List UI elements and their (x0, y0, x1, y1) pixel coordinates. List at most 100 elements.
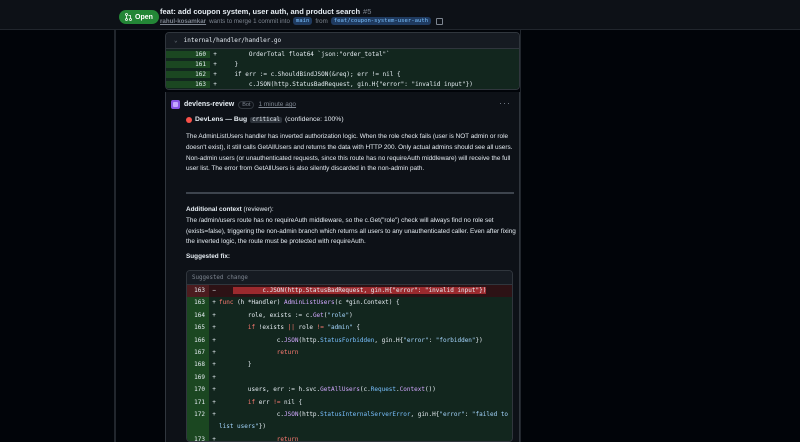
diff-sign: + (212, 411, 216, 419)
head-branch[interactable]: feat/coupon-system-user-auth (330, 17, 432, 25)
copy-icon[interactable] (436, 17, 444, 25)
code-token: "admin" (327, 324, 353, 332)
avatar[interactable] (171, 100, 180, 109)
pull-request-icon (125, 13, 132, 21)
code-token: "role" (327, 311, 350, 319)
code-token: } (219, 361, 252, 369)
diff-file-box: ⌄ internal/handler/handler.go 160 + Order… (165, 32, 520, 90)
code-text: role, exists := c.Get("role") (219, 310, 512, 322)
diff-file-header: ⌄ internal/handler/handler.go (166, 33, 519, 49)
code-text: c.JSON(http.StatusInternalServerError, g… (219, 409, 512, 434)
diff-sign: + (213, 80, 217, 88)
severity-badge: critical (250, 116, 283, 123)
code-token: (c. (359, 386, 371, 394)
context-body: The /admin/users route has no requireAut… (186, 216, 516, 246)
code-token: err (255, 398, 274, 406)
diff-sign: + (213, 60, 217, 68)
line-number: 172 (187, 409, 209, 434)
comment-time[interactable]: 1 minute ago (258, 101, 296, 108)
code-token: Get (312, 311, 324, 319)
line-number: 167 (187, 347, 209, 360)
code-token: (c *gin.Context) { (334, 299, 400, 307)
diff-sign: + (212, 299, 216, 307)
code-token: role (294, 324, 317, 332)
line-number: 163 (187, 285, 209, 298)
diff-line: 161 + } (166, 59, 519, 69)
code-token: func (219, 299, 234, 307)
divider (186, 192, 514, 194)
suggestion-line: 167 + return (187, 347, 512, 360)
diff-sign: + (212, 373, 216, 381)
pr-title: feat: add coupon system, user auth, and … (160, 7, 371, 16)
line-number[interactable]: 161 (166, 60, 210, 68)
code-token: "error" (403, 336, 429, 344)
code-text: return (219, 434, 512, 441)
diff-sign: + (212, 349, 216, 357)
bot-badge: Bot (238, 100, 255, 109)
additional-context: Additional context (reviewer): The /admi… (186, 205, 516, 248)
pr-author-link[interactable]: rahul-kosamkar (160, 18, 206, 25)
line-number[interactable]: 163 (166, 80, 210, 88)
diff-line: 160 + OrderTotal float64 `json:"order_tot… (166, 49, 519, 59)
line-number: 163 (187, 297, 209, 310)
code-token: return (276, 349, 299, 357)
code-token: c.JSON(http.StatusBadRequest, gin.H{"err… (233, 287, 487, 294)
diff-sign: − (212, 287, 216, 294)
diff-line: 163 + c.JSON(http.StatusBadRequest, gin.H… (166, 79, 519, 89)
code-token: != (316, 324, 324, 332)
review-comment: devlens-review Bot 1 minute ago ··· DevL… (165, 92, 520, 442)
pr-merge-info: rahul-kosamkar wants to merge 1 commit i… (160, 17, 444, 25)
line-number: 166 (187, 334, 209, 348)
code-token: JSON (284, 336, 299, 344)
comment-author[interactable]: devlens-review (184, 101, 234, 108)
suggestion-line: 173 + return (187, 433, 512, 442)
code-token: JSON (284, 411, 299, 419)
code-token: c. (219, 336, 285, 344)
suggestion-line: 163− c.JSON(http.StatusBadRequest, gin.H… (187, 285, 512, 298)
suggestion-line: 169 + (187, 371, 512, 385)
kebab-menu-icon[interactable]: ··· (499, 98, 511, 108)
pr-header: Open feat: add coupon system, user auth,… (0, 0, 800, 30)
code-text: c.JSON(http.StatusBadRequest, gin.H{"err… (219, 285, 512, 297)
line-number: 168 (187, 359, 209, 372)
code-token: Request (370, 386, 397, 394)
file-path[interactable]: internal/handler/handler.go (184, 37, 282, 44)
code-token: ) (349, 311, 353, 319)
line-number[interactable]: 160 (166, 50, 210, 58)
code-text: if err != nil { (219, 397, 512, 409)
line-number: 165 (187, 322, 209, 335)
line-number: 173 (187, 433, 209, 441)
code-text: OrderTotal float64 `json:"order_total"` (220, 50, 390, 58)
diff-sign: + (212, 386, 216, 394)
line-number[interactable]: 162 (166, 70, 210, 78)
code-token: , gin.H{ (410, 411, 440, 419)
diff-lines: 160 + OrderTotal float64 `json:"order_tot… (166, 49, 519, 89)
code-text: c.JSON(http.StatusBadRequest, gin.H{"err… (220, 80, 473, 88)
finding-title: DevLens — Bug critical (confidence: 100%… (186, 116, 344, 123)
code-token: StatusForbidden (320, 336, 375, 344)
suggestion-line: 172 + c.JSON(http.StatusInternalServerErr… (187, 409, 512, 434)
code-text: if err := c.ShouldBindJSON(&req); err !=… (220, 70, 401, 78)
suggestion-line: 171 + if err != nil { (187, 396, 512, 410)
code-token: AdminListUsers (284, 299, 335, 307)
base-branch[interactable]: main (292, 17, 313, 25)
code-token: users, err := h.svc. (219, 386, 321, 394)
chevron-down-icon[interactable]: ⌄ (174, 37, 178, 44)
code-token: (http. (298, 411, 321, 419)
diff-sign: + (212, 311, 216, 319)
code-token: "error" (439, 411, 465, 419)
code-token: c. (219, 411, 285, 419)
code-token: StatusInternalServerError (320, 411, 411, 419)
code-token: { (352, 324, 360, 332)
code-token: GetAllUsers (320, 386, 360, 394)
code-text: users, err := h.svc.GetAllUsers(c.Reques… (219, 384, 512, 396)
code-text: return (219, 347, 512, 359)
code-token: role, exists := c. (219, 311, 313, 319)
line-number: 171 (187, 396, 209, 410)
diff-sign: + (212, 435, 216, 442)
code-text: } (219, 359, 512, 371)
